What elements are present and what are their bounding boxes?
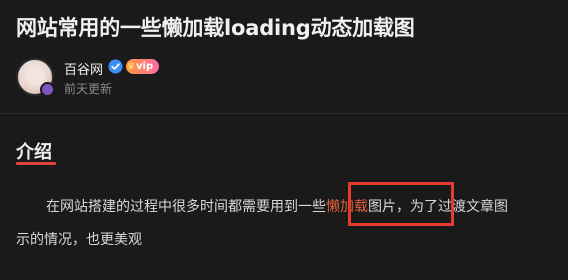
- crown-icon: ♛: [127, 62, 136, 72]
- section-heading-underline: [16, 162, 56, 165]
- author-avatar[interactable]: [16, 58, 55, 97]
- article-title: 网站常用的一些懒加载loading动态加载图: [16, 16, 415, 40]
- paragraph-text: 在网站搭建的过程中很多时间都需要用到一些: [46, 199, 326, 215]
- vip-label: vip: [136, 61, 154, 72]
- highlight-annotation-box: [348, 182, 454, 226]
- paragraph-line-2: 示的情况，也更美观: [16, 232, 142, 248]
- author-name[interactable]: 百谷网: [64, 59, 103, 78]
- avatar-level-badge-icon: [40, 82, 55, 97]
- post-time: 前天更新: [64, 82, 113, 96]
- verified-check-icon: [108, 59, 123, 74]
- section-heading: 介绍: [16, 142, 52, 163]
- vip-badge: ♛ vip: [126, 59, 160, 74]
- divider: [0, 113, 568, 114]
